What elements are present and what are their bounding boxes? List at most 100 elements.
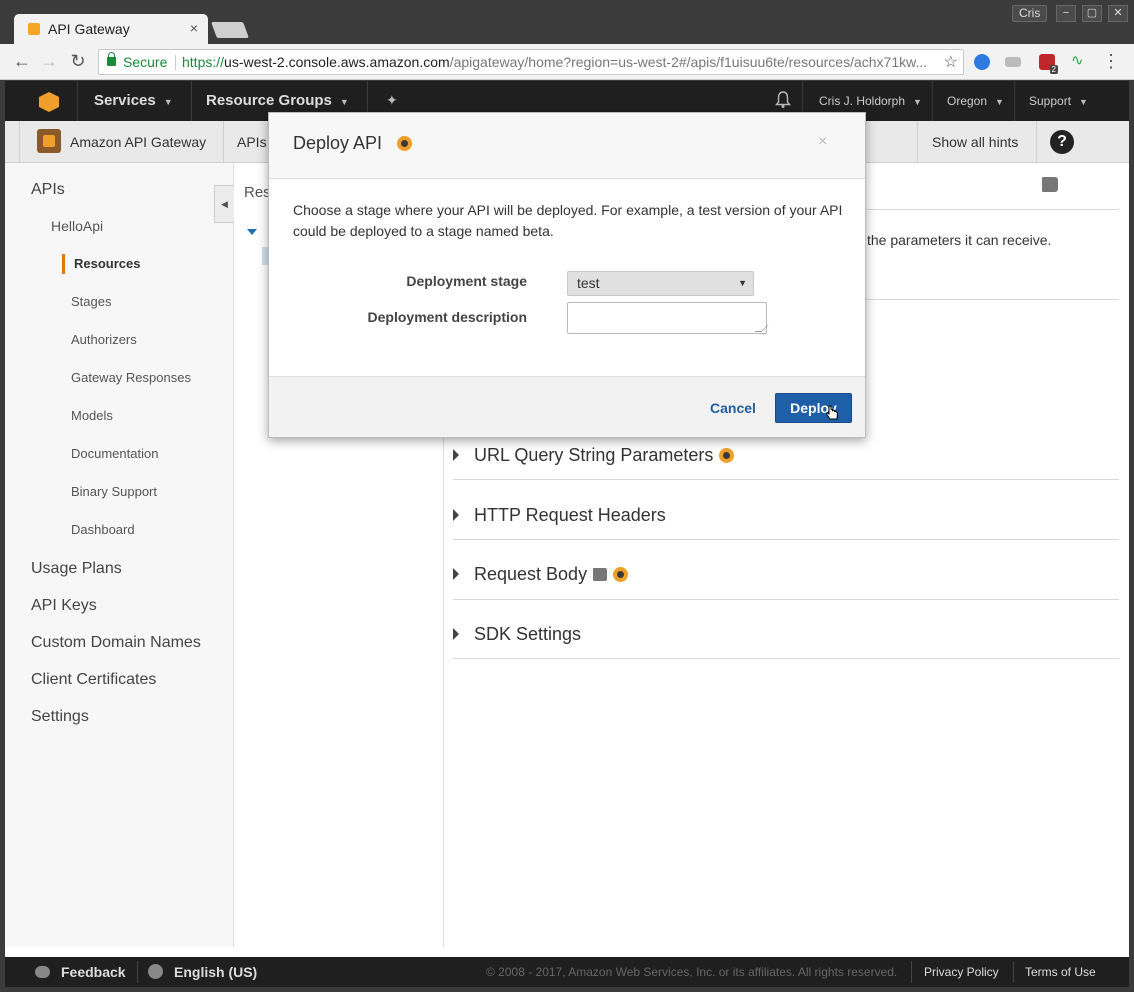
active-indicator <box>62 254 65 274</box>
nav-divider <box>932 81 933 121</box>
expand-triangle-icon <box>453 509 459 521</box>
expand-triangle-icon <box>453 449 459 461</box>
service-divider <box>917 121 918 163</box>
close-window-button[interactable]: ✕ <box>1108 5 1128 22</box>
expand-triangle-icon <box>453 628 459 640</box>
hint-icon[interactable] <box>397 136 412 151</box>
cancel-button[interactable]: Cancel <box>710 400 756 416</box>
pin-icon[interactable]: ✦ <box>386 92 398 109</box>
service-divider <box>19 121 20 163</box>
minimize-button[interactable]: − <box>1056 5 1076 22</box>
bookmark-star-icon[interactable]: ☆ <box>944 52 958 72</box>
back-arrow-icon[interactable]: ← <box>11 51 33 73</box>
sidebar-item-stages[interactable]: Stages <box>71 294 111 309</box>
section-http-request-headers[interactable]: HTTP Request Headers <box>453 505 1119 525</box>
sidebar-item-dashboard[interactable]: Dashboard <box>71 522 135 537</box>
globe-icon <box>148 964 163 979</box>
console-footer: Feedback English (US) © 2008 - 2017, Ama… <box>5 957 1129 987</box>
deploy-button[interactable]: Deploy <box>775 393 852 423</box>
dialog-description: Choose a stage where your API will be de… <box>293 202 843 239</box>
collapse-sidebar-button[interactable]: ◀ <box>214 185 234 223</box>
maximize-button[interactable]: ▢ <box>1082 5 1102 22</box>
deployment-description-textarea[interactable] <box>567 302 769 334</box>
sidebar-item-helloapi[interactable]: HelloApi <box>51 218 103 234</box>
region-menu[interactable]: Oregon ▼ <box>947 94 1004 108</box>
nav-divider <box>77 81 78 121</box>
browser-titlebar: API Gateway × Cris − ▢ ✕ <box>0 0 1134 44</box>
feedback-link[interactable]: Feedback <box>61 964 126 980</box>
terms-of-use-link[interactable]: Terms of Use <box>1025 965 1096 979</box>
browser-toolbar: ← → ↻ Secure https://us-west-2.console.a… <box>0 44 1134 80</box>
extension-badge-icon[interactable]: 2 <box>1039 54 1058 74</box>
sidebar-item-authorizers[interactable]: Authorizers <box>71 332 137 347</box>
language-selector[interactable]: English (US) <box>174 964 257 980</box>
sidebar-item-models[interactable]: Models <box>71 408 113 423</box>
tab-title: API Gateway <box>48 21 130 37</box>
resize-grip-icon[interactable] <box>754 325 769 332</box>
documentation-book-icon[interactable] <box>593 568 608 581</box>
new-tab-button[interactable] <box>211 22 249 38</box>
deployment-stage-select[interactable]: test ▼ <box>567 271 754 296</box>
sidebar-item-apis[interactable]: APIs <box>31 181 65 199</box>
dialog-close-button[interactable]: × <box>818 133 827 151</box>
show-all-hints-button[interactable]: Show all hints <box>932 134 1018 150</box>
apis-breadcrumb[interactable]: APIs <box>237 134 267 150</box>
lock-icon <box>107 52 116 66</box>
sidebar-item-client-certificates[interactable]: Client Certificates <box>31 671 156 689</box>
url-text[interactable]: https://us-west-2.console.aws.amazon.com… <box>182 54 927 70</box>
extension-icon[interactable] <box>974 54 990 70</box>
privacy-policy-link[interactable]: Privacy Policy <box>924 965 999 979</box>
cast-icon[interactable] <box>1005 57 1021 67</box>
support-menu[interactable]: Support ▼ <box>1029 94 1088 108</box>
divider <box>453 658 1119 659</box>
sidebar-item-settings[interactable]: Settings <box>31 708 89 726</box>
footer-divider <box>911 961 912 983</box>
dialog-footer: Cancel Deploy <box>269 376 865 437</box>
copyright-text: © 2008 - 2017, Amazon Web Services, Inc.… <box>486 965 898 979</box>
hand-cursor-icon <box>826 405 838 420</box>
expand-tree-icon[interactable] <box>247 229 257 235</box>
pulse-extension-icon[interactable]: ∿ <box>1071 53 1087 70</box>
documentation-book-icon[interactable] <box>1042 177 1058 192</box>
hint-icon[interactable] <box>613 567 629 582</box>
help-icon[interactable]: ? <box>1050 130 1074 154</box>
deployment-stage-label: Deployment stage <box>406 273 527 289</box>
reload-icon[interactable]: ↻ <box>67 51 89 73</box>
section-label: SDK Settings <box>474 624 582 644</box>
forward-arrow-icon[interactable]: → <box>38 51 60 73</box>
browser-menu-icon[interactable]: ⋮ <box>1100 51 1122 73</box>
browser-tab[interactable]: API Gateway × <box>14 14 208 44</box>
footer-divider <box>137 961 138 983</box>
tab-close-button[interactable]: × <box>190 20 198 36</box>
sidebar-item-usage-plans[interactable]: Usage Plans <box>31 560 122 578</box>
address-bar[interactable]: Secure https://us-west-2.console.aws.ama… <box>98 49 964 75</box>
hint-icon[interactable] <box>719 448 735 463</box>
aws-cube-logo-icon[interactable] <box>39 92 59 112</box>
sidebar-item-resources[interactable]: Resources <box>74 256 140 271</box>
sidebar-item-gateway-responses[interactable]: Gateway Responses <box>71 370 191 385</box>
services-menu[interactable]: Services ▼ <box>94 92 173 109</box>
divider <box>453 539 1119 540</box>
account-menu[interactable]: Cris J. Holdorph ▼ <box>819 94 922 108</box>
service-home-link[interactable]: Amazon API Gateway <box>70 134 206 150</box>
deployment-description-label: Deployment description <box>367 309 527 325</box>
notifications-bell-icon[interactable] <box>775 91 791 109</box>
section-sdk-settings[interactable]: SDK Settings <box>453 624 1119 644</box>
section-request-body[interactable]: Request Body <box>453 564 1119 584</box>
section-label: Request Body <box>474 564 588 584</box>
profile-button[interactable]: Cris <box>1012 5 1048 22</box>
expand-triangle-icon <box>453 568 459 580</box>
resources-panel-title: Res <box>244 184 271 201</box>
footer-divider <box>1013 961 1014 983</box>
resource-groups-menu[interactable]: Resource Groups ▼ <box>206 92 349 109</box>
sidebar-item-binary-support[interactable]: Binary Support <box>71 484 157 499</box>
selected-stage-value: test <box>577 275 600 291</box>
sidebar-item-custom-domain-names[interactable]: Custom Domain Names <box>31 634 201 652</box>
address-separator <box>175 55 176 70</box>
nav-divider <box>1014 81 1015 121</box>
deploy-api-dialog: Deploy API × Choose a stage where your A… <box>268 112 866 438</box>
section-label: HTTP Request Headers <box>474 505 666 525</box>
section-url-query-string-parameters[interactable]: URL Query String Parameters <box>453 445 1119 465</box>
sidebar-item-api-keys[interactable]: API Keys <box>31 597 97 615</box>
sidebar-item-documentation[interactable]: Documentation <box>71 446 158 461</box>
